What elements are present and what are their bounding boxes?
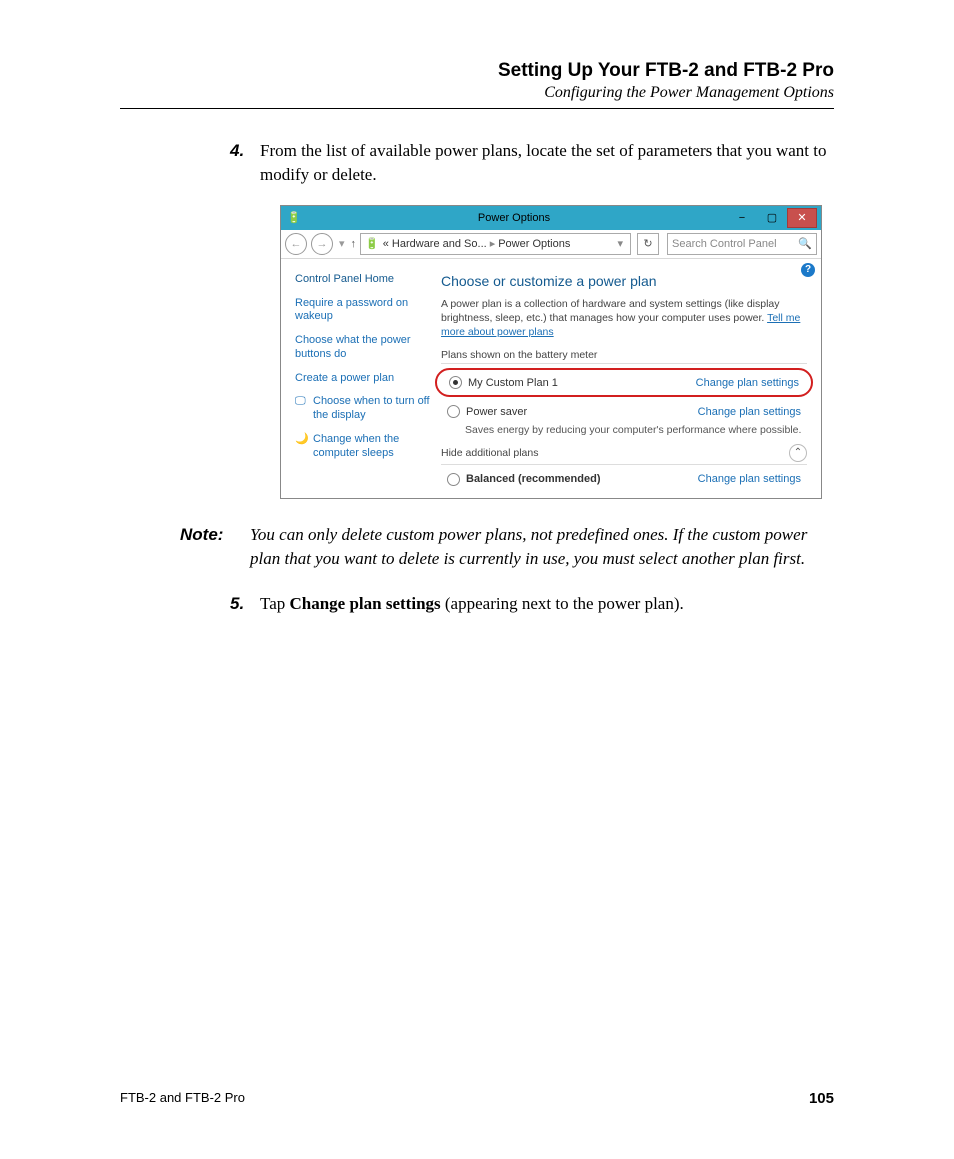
refresh-button[interactable]: ↻ [637,233,659,255]
change-plan-settings-link[interactable]: Change plan settings [698,473,801,485]
breadcrumb-part2: Power Options [498,238,570,250]
power-options-screenshot: 🔋 Power Options − ▢ ✕ ← → ▾ ↑ 🔋 « Hardwa… [280,205,822,499]
collapse-icon[interactable]: ⌃ [789,444,807,462]
maximize-button[interactable]: ▢ [757,208,787,228]
plan-name: My Custom Plan 1 [468,377,696,389]
breadcrumb-dropdown-icon[interactable]: ▾ [617,237,623,250]
navigation-bar: ← → ▾ ↑ 🔋 « Hardware and So... ▸ Power O… [281,230,821,259]
battery-icon: 🔋 [287,211,301,225]
highlighted-plan: My Custom Plan 1 Change plan settings [435,368,813,397]
plans-section-label: Plans shown on the battery meter [441,349,807,364]
help-icon[interactable]: ? [801,263,815,277]
main-panel: Choose or customize a power plan A power… [441,259,821,498]
page-header-subtitle: Configuring the Power Management Options [120,84,834,102]
back-button[interactable]: ← [285,233,307,255]
chevron-right-icon: ▸ [490,237,496,250]
moon-icon: 🌙 [295,433,309,461]
breadcrumb-bar[interactable]: 🔋 « Hardware and So... ▸ Power Options ▾ [360,233,631,255]
change-plan-settings-link[interactable]: Change plan settings [696,377,799,389]
step-5-text: Tap Change plan settings (appearing next… [260,592,834,616]
sidebar-link-turn-off-display[interactable]: 🖵Choose when to turn off the display [295,395,431,423]
nav-separator: ▾ [339,237,345,250]
page-number: 105 [809,1090,834,1107]
header-rule [120,108,834,109]
step-5-number: 5. [230,592,260,616]
plan-name: Balanced (recommended) [466,473,698,485]
plan-name: Power saver [466,406,698,418]
window-title: Power Options [301,212,727,224]
radio-icon[interactable] [447,473,460,486]
footer-product: FTB-2 and FTB-2 Pro [120,1090,245,1107]
window-titlebar: 🔋 Power Options − ▢ ✕ [281,206,821,230]
monitor-icon: 🖵 [295,395,309,423]
control-panel-home-link[interactable]: Control Panel Home [295,273,431,285]
sidebar-link-password[interactable]: Require a password on wakeup [295,297,431,325]
change-plan-settings-link[interactable]: Change plan settings [698,406,801,418]
sidebar-link-sleep[interactable]: 🌙Change when the computer sleeps [295,433,431,461]
sidebar: Control Panel Home Require a password on… [281,259,441,498]
page-header-title: Setting Up Your FTB-2 and FTB-2 Pro [120,60,834,82]
breadcrumb-part1: « Hardware and So... [383,238,487,250]
step-5: 5. Tap Change plan settings (appearing n… [230,592,834,616]
search-icon: 🔍 [798,237,812,250]
note-text: You can only delete custom power plans, … [250,523,834,572]
step-4: 4. From the list of available power plan… [230,139,834,187]
breadcrumb-icon: 🔋 [365,237,379,250]
search-input[interactable]: Search Control Panel 🔍 [667,233,817,255]
sidebar-link-buttons[interactable]: Choose what the power buttons do [295,334,431,362]
plan-power-saver[interactable]: Power saver Change plan settings [441,401,807,422]
close-button[interactable]: ✕ [787,208,817,228]
minimize-button[interactable]: − [727,208,757,228]
radio-selected-icon[interactable] [449,376,462,389]
main-title: Choose or customize a power plan [441,273,807,289]
hide-plans-section[interactable]: Hide additional plans ⌃ [441,444,807,465]
sidebar-link-create-plan[interactable]: Create a power plan [295,372,431,386]
main-description: A power plan is a collection of hardware… [441,297,807,340]
plan-power-saver-desc: Saves energy by reducing your computer's… [465,424,807,438]
note-block: Note: You can only delete custom power p… [180,523,834,572]
step-4-number: 4. [230,139,260,187]
page-footer: FTB-2 and FTB-2 Pro 105 [120,1090,834,1107]
forward-button[interactable]: → [311,233,333,255]
radio-icon[interactable] [447,405,460,418]
note-label: Note: [180,523,250,572]
search-placeholder: Search Control Panel [672,238,777,250]
step-4-text: From the list of available power plans, … [260,139,834,187]
plan-my-custom[interactable]: My Custom Plan 1 Change plan settings [443,372,805,393]
plan-balanced[interactable]: Balanced (recommended) Change plan setti… [441,469,807,490]
up-button[interactable]: ↑ [351,238,357,250]
